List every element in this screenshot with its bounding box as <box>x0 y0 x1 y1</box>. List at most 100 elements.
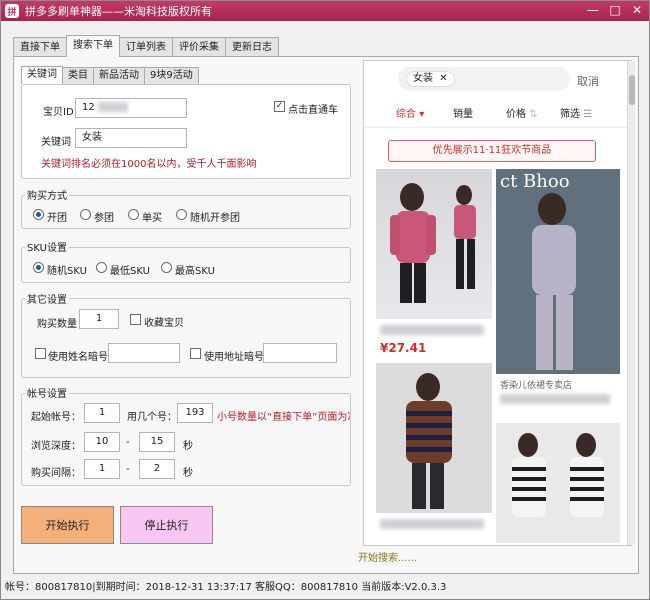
product-image: ct Bhoo <box>496 169 620 374</box>
address-alias-checkbox[interactable] <box>190 348 201 359</box>
product-banner-text: ct Bhoo <box>500 171 570 192</box>
radio-random-sku[interactable] <box>33 262 44 273</box>
product-image <box>376 363 492 513</box>
product-title-blurred <box>380 325 484 335</box>
product-title-blurred <box>500 394 610 404</box>
product-card[interactable]: ct Bhoo 香染儿依裙专卖店 <box>496 169 620 419</box>
browse-max-input[interactable]: 15 <box>139 432 175 452</box>
product-image <box>496 423 620 543</box>
product-photo <box>390 183 476 303</box>
keyword-warning: 关键词排名必须在1000名以内，受千人千面影响 <box>41 159 257 170</box>
subtab-keyword[interactable]: 关键词 <box>21 66 63 84</box>
radio-single-buy-label: 单买 <box>142 213 162 224</box>
store-name: 香染儿依裙专卖店 <box>500 381 573 391</box>
search-chip[interactable]: 女装 ✕ <box>406 71 455 87</box>
search-subtabs: 关键词 类目 新品活动 9块9活动 <box>21 66 199 84</box>
radio-single-buy[interactable] <box>128 209 139 220</box>
product-card[interactable] <box>376 363 492 543</box>
tab-search-order[interactable]: 搜索下单 <box>66 35 120 57</box>
other-settings-group <box>21 298 351 378</box>
radio-join-group-label: 参团 <box>94 213 114 224</box>
interval-dash: - <box>126 464 130 475</box>
radio-random-group-label: 随机开参团 <box>190 213 240 224</box>
status-bar: 帐号：800817810|到期时间：2018-12-31 13:37:17 客服… <box>5 582 447 593</box>
window-title: 拼多多刷单神器——米淘科技版权所有 <box>25 5 212 18</box>
radio-join-group[interactable] <box>80 209 91 220</box>
quantity-input[interactable]: 1 <box>79 309 119 329</box>
app-icon: 拼 <box>5 4 19 18</box>
product-id-input[interactable]: 12 <box>75 98 187 118</box>
filter-screen-label: 筛选 <box>560 109 580 120</box>
start-execute-button[interactable]: 开始执行 <box>21 506 114 544</box>
subtab-new-activity[interactable]: 新品活动 <box>93 67 145 84</box>
radio-lowest-sku[interactable] <box>96 262 107 273</box>
title-bar: 拼 拼多多刷单神器——米淘科技版权所有 — □ ✕ <box>1 1 649 21</box>
name-alias-checkbox[interactable] <box>35 348 46 359</box>
radio-random-group[interactable] <box>176 209 187 220</box>
other-settings-title: 其它设置 <box>25 291 69 306</box>
start-account-label: 起始帐号： <box>31 412 81 423</box>
menu-icon: ☰ <box>583 109 593 120</box>
filter-sales[interactable]: 销量 <box>453 105 473 120</box>
minimize-button[interactable]: — <box>585 3 601 18</box>
quantity-label: 购买数量 <box>37 319 77 330</box>
name-alias-label: 使用姓名暗号 <box>48 352 108 363</box>
radio-open-group[interactable] <box>33 209 44 220</box>
subtab-99-activity[interactable]: 9块9活动 <box>144 67 199 84</box>
search-cancel[interactable]: 取消 <box>577 73 599 89</box>
app-window: 拼 拼多多刷单神器——米淘科技版权所有 — □ ✕ 直接下单 搜索下单 订单列表… <box>0 0 650 600</box>
interval-min-input[interactable]: 1 <box>84 459 120 479</box>
chip-close-icon[interactable]: ✕ <box>439 73 447 84</box>
filter-screen[interactable]: 筛选 ☰ <box>560 105 592 120</box>
browse-unit: 秒 <box>183 441 193 452</box>
account-count-label: 用几个号： <box>127 412 177 423</box>
radio-highest-sku[interactable] <box>161 262 172 273</box>
favorite-label: 收藏宝贝 <box>144 318 184 329</box>
address-alias-label: 使用地址暗号 <box>204 352 264 363</box>
tab-direct-order[interactable]: 直接下单 <box>13 37 67 57</box>
radio-random-sku-label: 随机SKU <box>47 266 87 277</box>
purchase-method-title: 购买方式 <box>25 187 69 202</box>
product-card[interactable] <box>496 423 620 543</box>
account-title: 帐号设置 <box>25 385 69 400</box>
sort-arrows-icon: ⇅ <box>529 109 538 120</box>
product-photo <box>406 373 452 509</box>
tab-review-collect[interactable]: 评价采集 <box>172 37 226 57</box>
start-account-input[interactable]: 1 <box>84 403 120 423</box>
radio-open-group-label: 开团 <box>47 213 67 224</box>
favorite-checkbox[interactable] <box>130 314 141 325</box>
filter-comprehensive[interactable]: 综合 ▾ <box>396 105 424 120</box>
interval-unit: 秒 <box>183 468 193 479</box>
tab-changelog[interactable]: 更新日志 <box>225 37 279 57</box>
scroll-thumb[interactable] <box>629 75 635 105</box>
product-title-blurred <box>380 519 484 529</box>
keyword-input[interactable]: 女装 <box>75 128 187 148</box>
product-card[interactable]: ¥27.41 <box>376 169 492 359</box>
buy-interval-label: 购买间隔： <box>31 468 81 479</box>
promo-banner[interactable]: 优先展示11·11狂欢节商品 <box>388 140 596 162</box>
interval-max-input[interactable]: 2 <box>139 459 175 479</box>
main-tabs: 直接下单 搜索下单 订单列表 评价采集 更新日志 <box>13 35 279 57</box>
filter-comprehensive-label: 综合 <box>396 109 416 120</box>
tab-order-list[interactable]: 订单列表 <box>119 37 173 57</box>
maximize-button[interactable]: □ <box>607 3 623 18</box>
filter-price-label: 价格 <box>506 109 526 120</box>
product-price: ¥27.41 <box>380 341 427 355</box>
product-id-label: 宝贝ID <box>43 107 74 118</box>
close-button[interactable]: ✕ <box>629 3 645 18</box>
subtab-category[interactable]: 类目 <box>62 67 94 84</box>
account-count-input[interactable]: 193 <box>177 403 213 423</box>
name-alias-input[interactable] <box>108 343 180 363</box>
stop-execute-button[interactable]: 停止执行 <box>120 506 213 544</box>
search-bar[interactable]: 女装 ✕ <box>398 67 570 91</box>
direct-car-checkbox[interactable]: ✓ <box>274 101 285 112</box>
browse-min-input[interactable]: 10 <box>84 432 120 452</box>
caret-down-icon: ▾ <box>419 109 425 120</box>
address-alias-input[interactable] <box>263 343 337 363</box>
account-count-note: 小号数量以“直接下单”页面为准 <box>217 412 350 423</box>
radio-lowest-sku-label: 最低SKU <box>110 266 150 277</box>
filter-price[interactable]: 价格 ⇅ <box>506 105 538 120</box>
preview-scrollbar[interactable] <box>627 61 635 545</box>
product-id-blurred <box>97 102 128 112</box>
product-id-value: 12 <box>82 102 95 113</box>
